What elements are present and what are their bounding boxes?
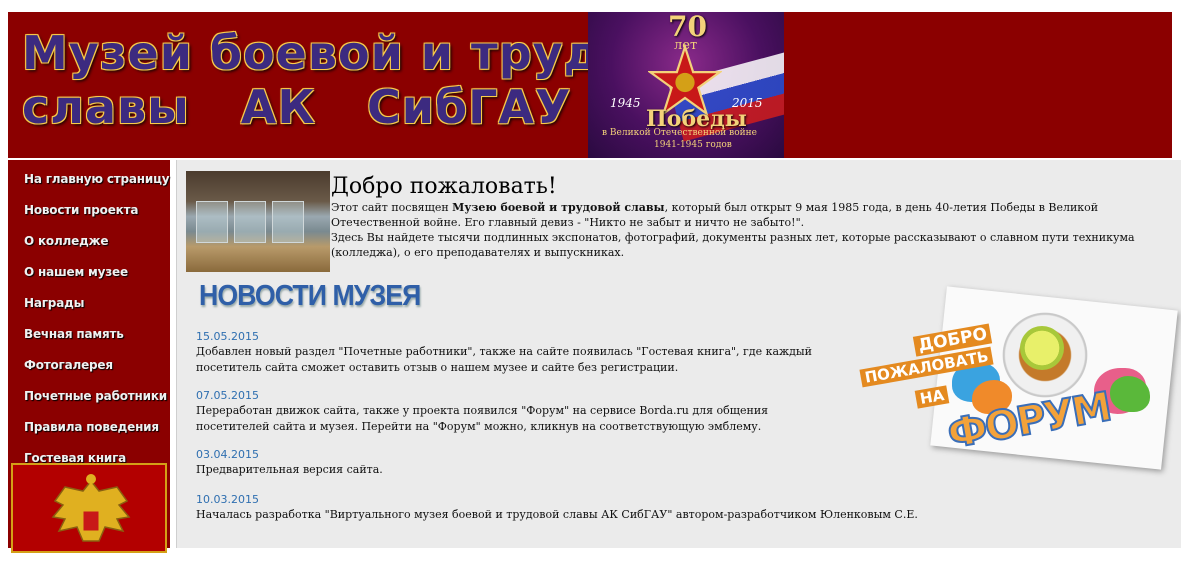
nav-eternal-memory[interactable]: Вечная память xyxy=(8,319,170,350)
banner-subtitle-1: в Великой Отечественной войне xyxy=(602,128,757,138)
banner-subtitle-2: 1941-1945 годов xyxy=(654,140,732,150)
site-logo[interactable]: Музей боевой и трудовой славы АК СибГАУ xyxy=(22,26,731,146)
site-header: Музей боевой и трудовой славы АК СибГАУ … xyxy=(8,12,1172,158)
news-date: 15.05.2015 xyxy=(196,330,259,343)
welcome-text-part3: Здесь Вы найдете тысячи подлинных экспон… xyxy=(331,231,1135,259)
forum-banner-link[interactable]: ДОБРО ПОЖАЛОВАТЬ НА ФОРУМ xyxy=(852,280,1181,470)
logo-title-line2: славы АК СибГАУ xyxy=(22,80,572,134)
nav-project-news[interactable]: Новости проекта xyxy=(8,195,170,226)
banner-year-start: 1945 xyxy=(610,96,641,110)
news-date: 10.03.2015 xyxy=(196,493,259,506)
welcome-text: Этот сайт посвящен Музею боевой и трудов… xyxy=(331,200,1177,260)
paint-splash xyxy=(1110,376,1150,412)
news-heading: НОВОСТИ МУЗЕЯ xyxy=(199,280,421,312)
lemon-slice-icon xyxy=(1020,326,1064,370)
nav-photo-gallery[interactable]: Фотогалерея xyxy=(8,350,170,381)
news-text: Началась разработка "Виртуального музея … xyxy=(196,508,918,521)
coat-of-arms xyxy=(11,463,167,553)
sidebar-nav: На главную страницу Новости проекта О ко… xyxy=(8,160,170,553)
nav-honored-workers[interactable]: Почетные работники xyxy=(8,381,170,412)
museum-hall-photo xyxy=(186,171,330,272)
news-date: 03.04.2015 xyxy=(196,448,259,461)
welcome-text-part1: Этот сайт посвящен xyxy=(331,201,453,214)
victory-70-banner: 70 лет 1945 2015 Победы в Великой Отечес… xyxy=(588,12,784,158)
nav-about-college[interactable]: О колледже xyxy=(8,226,170,257)
nav-awards[interactable]: Награды xyxy=(8,288,170,319)
nav-home[interactable]: На главную страницу xyxy=(8,164,170,195)
news-date: 07.05.2015 xyxy=(196,389,259,402)
logo-title-line1: Музей боевой и трудовой xyxy=(22,26,731,80)
banner-years-word: лет xyxy=(674,38,698,53)
welcome-title: Добро пожаловать! xyxy=(331,174,557,199)
main-content: Добро пожаловать! Этот сайт посвящен Муз… xyxy=(176,160,1181,548)
welcome-museum-name: Музею боевой и трудовой славы xyxy=(452,201,665,214)
nav-rules[interactable]: Правила поведения xyxy=(8,412,170,443)
news-text: Переработан движок сайта, также у проект… xyxy=(196,404,769,433)
nav-about-museum[interactable]: О нашем музее xyxy=(8,257,170,288)
news-text: Предварительная версия сайта. xyxy=(196,463,383,476)
news-text: Добавлен новый раздел "Почетные работник… xyxy=(196,345,813,374)
